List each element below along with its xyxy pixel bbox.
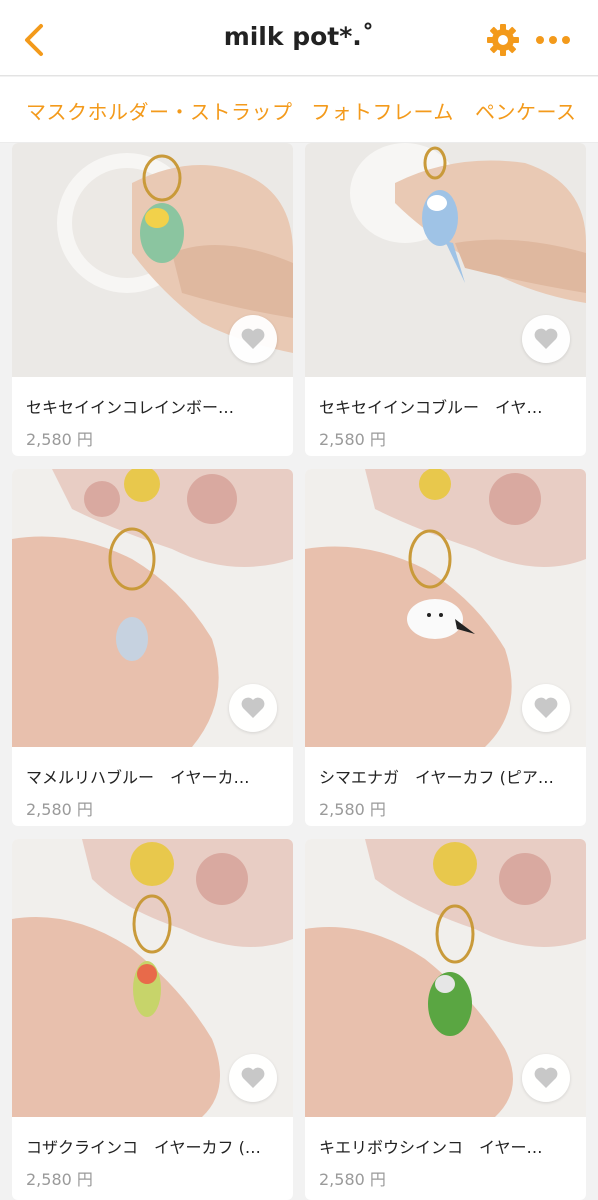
- category-tabs: マスクホルダー・ストラップ フォトフレーム ペンケース: [0, 77, 598, 143]
- product-price: 2,580 円: [26, 430, 93, 449]
- heart-icon: [534, 697, 558, 718]
- product-grid: セキセイインコレインボー… 2,580 円 セキセイインコブルー イヤ… 2,5…: [0, 143, 598, 1200]
- product-price: 2,580 円: [319, 800, 386, 819]
- favorite-button[interactable]: [522, 684, 570, 732]
- product-price: 2,580 円: [319, 430, 386, 449]
- tab-pen-case[interactable]: ペンケース: [475, 96, 577, 125]
- product-name[interactable]: キエリボウシインコ イヤー…: [319, 1134, 573, 1158]
- product-card[interactable]: キエリボウシインコ イヤー… 2,580 円: [305, 839, 586, 1200]
- tab-mask-holder-strap[interactable]: マスクホルダー・ストラップ: [26, 96, 293, 125]
- favorite-button[interactable]: [522, 315, 570, 363]
- heart-icon: [241, 1067, 265, 1088]
- product-card[interactable]: セキセイインコレインボー… 2,580 円: [12, 143, 293, 456]
- settings-button[interactable]: [484, 20, 522, 60]
- more-button[interactable]: [532, 20, 574, 60]
- product-card[interactable]: シマエナガ イヤーカフ (ピア… 2,580 円: [305, 469, 586, 826]
- product-name[interactable]: シマエナガ イヤーカフ (ピア…: [319, 764, 573, 788]
- heart-icon: [241, 697, 265, 718]
- product-name[interactable]: セキセイインコブルー イヤ…: [319, 394, 573, 418]
- tab-photo-frame[interactable]: フォトフレーム: [311, 96, 454, 125]
- heart-icon: [241, 328, 265, 349]
- product-card[interactable]: セキセイインコブルー イヤ… 2,580 円: [305, 143, 586, 456]
- product-price: 2,580 円: [26, 800, 93, 819]
- product-price: 2,580 円: [319, 1170, 386, 1189]
- more-dots-icon: [536, 36, 570, 44]
- app-header: milk pot*.˚: [0, 0, 598, 76]
- heart-icon: [534, 328, 558, 349]
- favorite-button[interactable]: [229, 315, 277, 363]
- favorite-button[interactable]: [229, 684, 277, 732]
- gear-icon: [487, 24, 519, 56]
- product-name[interactable]: コザクラインコ イヤーカフ (…: [26, 1134, 280, 1158]
- product-name[interactable]: マメルリハブルー イヤーカ…: [26, 764, 280, 788]
- favorite-button[interactable]: [229, 1054, 277, 1102]
- favorite-button[interactable]: [522, 1054, 570, 1102]
- product-name[interactable]: セキセイインコレインボー…: [26, 394, 280, 418]
- heart-icon: [534, 1067, 558, 1088]
- product-card[interactable]: コザクラインコ イヤーカフ (… 2,580 円: [12, 839, 293, 1200]
- product-price: 2,580 円: [26, 1170, 93, 1189]
- product-card[interactable]: マメルリハブルー イヤーカ… 2,580 円: [12, 469, 293, 826]
